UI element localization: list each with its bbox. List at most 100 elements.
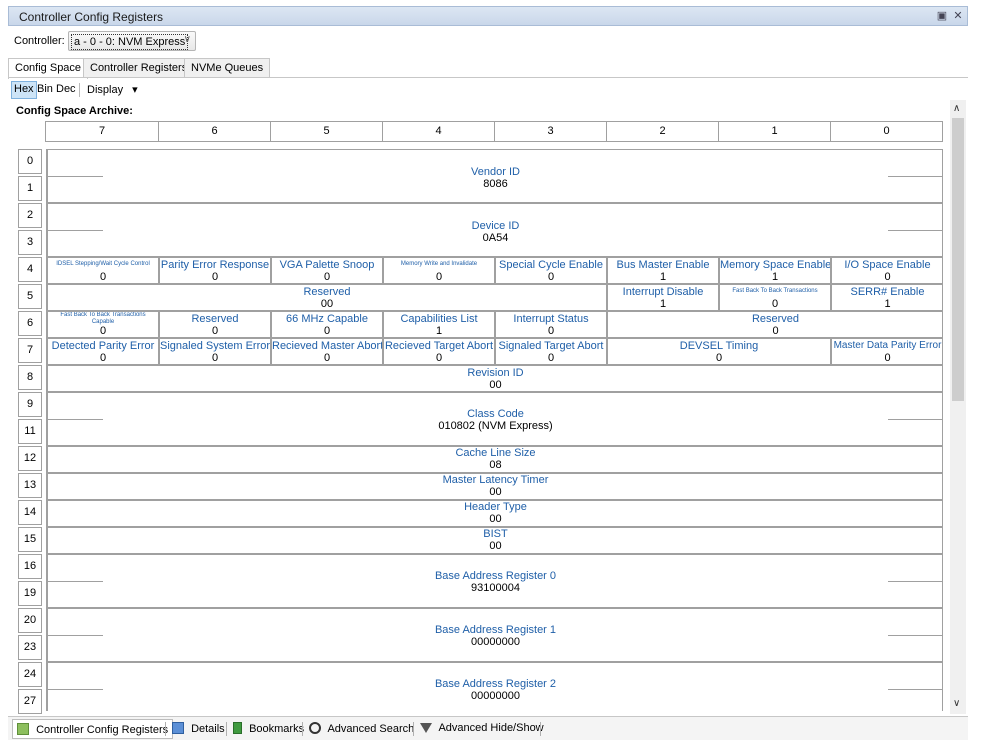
field-special-cycle-enable[interactable]: Special Cycle Enable 0 — [495, 257, 607, 284]
field-name: Signaled System Error — [160, 340, 271, 352]
display-menu-button[interactable]: Display ▾ — [85, 81, 140, 99]
row-label-12: 12 — [18, 446, 42, 471]
controller-select[interactable]: a - 0 - 0: NVM Express ∨ — [68, 31, 196, 51]
field-signaled-system-error[interactable]: Signaled System Error 0 — [159, 338, 271, 365]
field-idsel-stepping[interactable]: IDSEL Stepping/Wait Cycle Control 0 — [47, 257, 159, 284]
field-value: 0 — [547, 352, 555, 364]
field-bar1[interactable]: Base Address Register 1 00000000 — [47, 608, 942, 662]
tab-config-space[interactable]: Config Space — [8, 58, 89, 79]
field-value: 0 — [323, 325, 331, 337]
field-name: Reserved — [191, 313, 239, 325]
hex-button[interactable]: Hex — [11, 81, 37, 99]
bit-header-0: 0 — [830, 122, 942, 141]
field-cache-line-size[interactable]: Cache Line Size 08 — [47, 446, 942, 473]
field-fast-back-to-back[interactable]: Fast Back To Back Transactions 0 — [719, 284, 831, 311]
chevron-down-icon: ∨ — [183, 34, 191, 45]
field-value: 1 — [884, 298, 891, 310]
field-revision-id[interactable]: Revision ID 00 — [47, 365, 942, 392]
toolbar-separator — [79, 83, 80, 97]
field-66mhz-capable[interactable]: 66 MHz Capable 0 — [271, 311, 383, 338]
bin-button[interactable]: Bin — [35, 81, 55, 99]
field-name: Master Data Parity Error — [833, 340, 942, 351]
bottom-tab-label: Controller Config Registers — [36, 724, 169, 736]
field-value: 0 — [99, 352, 107, 364]
bottom-tab-controller-config-registers[interactable]: Controller Config Registers — [12, 719, 174, 739]
field-io-space-enable[interactable]: I/O Space Enable 0 — [831, 257, 942, 284]
row-label-11: 11 — [18, 419, 42, 444]
field-value: 8086 — [483, 178, 508, 190]
tab-separator — [413, 722, 414, 736]
tab-nvme-queues[interactable]: NVMe Queues — [184, 58, 271, 78]
field-interrupt-disable[interactable]: Interrupt Disable 1 — [607, 284, 719, 311]
field-vga-palette-snoop[interactable]: VGA Palette Snoop 0 — [271, 257, 383, 284]
field-reserved-row5[interactable]: Reserved 00 — [47, 284, 607, 311]
field-memory-write-invalidate[interactable]: Memory Write and Invalidate 0 — [383, 257, 495, 284]
field-name: Signaled Target Abort — [498, 340, 604, 352]
field-value: 1 — [659, 271, 667, 283]
details-icon — [172, 722, 184, 734]
scrollbar-thumb[interactable] — [952, 118, 964, 401]
restore-icon[interactable]: ▣ — [935, 9, 949, 23]
field-serr-enable[interactable]: SERR# Enable 1 — [831, 284, 942, 311]
field-value: 0 — [323, 271, 331, 283]
row-label-19: 19 — [18, 581, 42, 606]
bottom-tab-bookmarks[interactable]: Bookmarks — [229, 719, 308, 739]
row-label-13: 13 — [18, 473, 42, 498]
field-name: Base Address Register 1 — [434, 624, 557, 636]
field-bar0[interactable]: Base Address Register 0 93100004 — [47, 554, 942, 608]
bit-header-5: 5 — [270, 122, 382, 141]
field-name: Cache Line Size — [455, 447, 536, 459]
dec-button[interactable]: Dec — [54, 81, 78, 99]
vertical-scrollbar[interactable]: ∧ ∨ — [950, 100, 966, 714]
field-bist[interactable]: BIST 00 — [47, 527, 942, 554]
table-icon — [17, 723, 29, 735]
field-reserved-row6b[interactable]: Reserved 0 — [607, 311, 942, 338]
row-label-5: 5 — [18, 284, 42, 309]
field-interrupt-status[interactable]: Interrupt Status 0 — [495, 311, 607, 338]
field-master-data-parity-error[interactable]: Master Data Parity Error 0 — [831, 338, 942, 365]
field-value: 00 — [489, 513, 502, 525]
scroll-down-icon[interactable]: ∨ — [953, 698, 960, 709]
field-name: BIST — [483, 528, 508, 540]
bit-header-2: 2 — [606, 122, 718, 141]
field-memory-space-enable[interactable]: Memory Space Enable 1 — [719, 257, 831, 284]
scroll-up-icon[interactable]: ∧ — [953, 103, 960, 114]
controller-label: Controller: — [14, 35, 65, 47]
field-master-latency-timer[interactable]: Master Latency Timer 00 — [47, 473, 942, 500]
filter-icon — [420, 723, 432, 733]
field-device-id[interactable]: Device ID 0A54 — [47, 203, 942, 257]
field-name: 66 MHz Capable — [286, 313, 368, 325]
row-label-7: 7 — [18, 338, 42, 363]
field-value: 1 — [771, 271, 779, 283]
field-value: 0 — [884, 352, 891, 364]
bottom-tab-details[interactable]: Details — [168, 719, 229, 739]
field-value: 0 — [884, 271, 891, 283]
field-reserved-row6a[interactable]: Reserved 0 — [159, 311, 271, 338]
field-name: Fast Back To Back Transactions Capable — [60, 312, 146, 325]
field-value: 0A54 — [482, 232, 509, 244]
field-bar2[interactable]: Base Address Register 2 00000000 — [47, 662, 942, 711]
field-bus-master-enable[interactable]: Bus Master Enable 1 — [607, 257, 719, 284]
field-name: Detected Parity Error — [51, 340, 155, 352]
field-signaled-target-abort[interactable]: Signaled Target Abort 0 — [495, 338, 607, 365]
field-devsel-timing[interactable]: DEVSEL Timing 0 — [607, 338, 831, 365]
field-fast-back-to-back-capable[interactable]: Fast Back To Back Transactions Capable 0 — [47, 311, 159, 338]
bottom-tab-advanced-search[interactable]: Advanced Search — [305, 719, 418, 739]
field-name: Header Type — [464, 501, 527, 513]
field-header-type[interactable]: Header Type 00 — [47, 500, 942, 527]
field-name: Parity Error Response — [160, 259, 270, 271]
field-capabilities-list[interactable]: Capabilities List 1 — [383, 311, 495, 338]
field-received-master-abort[interactable]: Recieved Master Abort 0 — [271, 338, 383, 365]
field-class-code[interactable]: Class Code 010802 (NVM Express) — [47, 392, 942, 446]
row-label-8: 8 — [18, 365, 42, 390]
field-detected-parity-error[interactable]: Detected Parity Error 0 — [47, 338, 159, 365]
field-parity-error-response[interactable]: Parity Error Response 0 — [159, 257, 271, 284]
bottom-tab-advanced-hide-show[interactable]: Advanced Hide/Show — [416, 719, 548, 739]
row-label-1: 1 — [18, 176, 42, 201]
close-icon[interactable]: ✕ — [951, 9, 965, 23]
tab-controller-registers[interactable]: Controller Registers — [83, 58, 195, 78]
field-name: Master Latency Timer — [442, 474, 549, 486]
field-received-target-abort[interactable]: Recieved Target Abort 0 — [383, 338, 495, 365]
field-vendor-id[interactable]: Vendor ID 8086 — [47, 149, 942, 203]
bit-header-row: 7 6 5 4 3 2 1 0 — [45, 121, 943, 142]
